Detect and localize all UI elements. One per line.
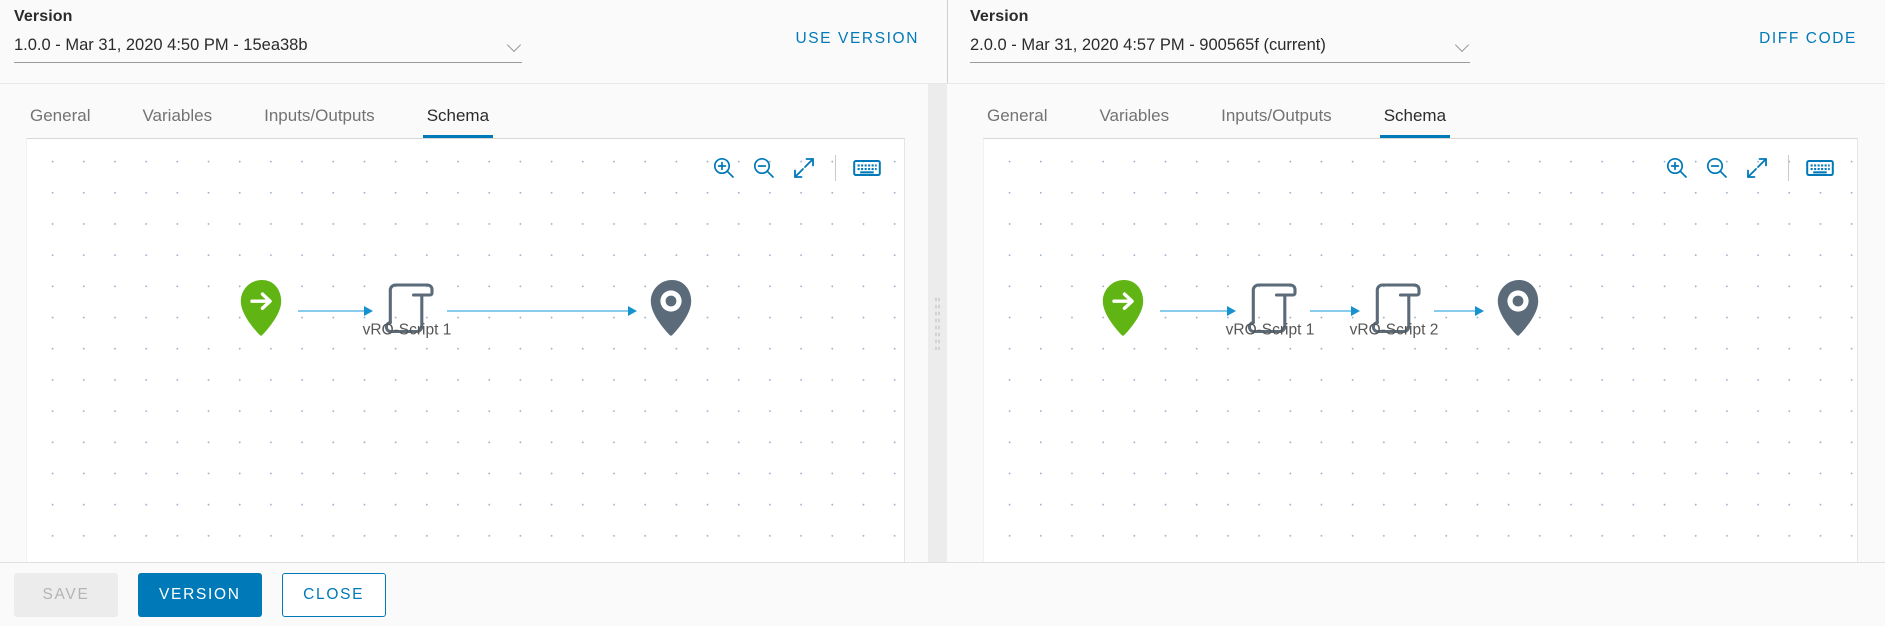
edge-arrowhead bbox=[1227, 306, 1236, 316]
right-version-header: Version 2.0.0 - Mar 31, 2020 4:57 PM - 9… bbox=[947, 0, 1885, 83]
node-label: vRO-Script 1 bbox=[1225, 321, 1315, 339]
start-pin-icon bbox=[1100, 279, 1148, 344]
node-label: vRO-Script 2 bbox=[1349, 321, 1439, 339]
workflow-script-node[interactable]: vRO-Script 2 bbox=[1350, 278, 1438, 345]
end-pin-icon bbox=[648, 279, 696, 344]
right-canvas-toolbar bbox=[1662, 153, 1835, 183]
left-version-label: Version bbox=[14, 8, 73, 25]
right-version-label: Version bbox=[970, 8, 1029, 25]
zoom-out-icon[interactable] bbox=[1702, 153, 1732, 183]
workflow-edge[interactable] bbox=[447, 305, 637, 317]
left-version-select[interactable]: 1.0.0 - Mar 31, 2020 4:50 PM - 15ea38b bbox=[14, 35, 522, 63]
chevron-down-icon bbox=[508, 38, 522, 52]
keyboard-icon[interactable] bbox=[852, 153, 882, 183]
tab-variables[interactable]: Variables bbox=[1095, 106, 1173, 138]
version-compare-dialog: Version 1.0.0 - Mar 31, 2020 4:50 PM - 1… bbox=[0, 0, 1885, 626]
left-canvas-toolbar bbox=[709, 153, 882, 183]
tab-schema[interactable]: Schema bbox=[422, 106, 494, 138]
version-compare-header: Version 1.0.0 - Mar 31, 2020 4:50 PM - 1… bbox=[0, 0, 1885, 84]
save-button[interactable]: SAVE bbox=[14, 572, 118, 617]
workflow-end-node[interactable] bbox=[648, 279, 696, 344]
edge-arrowhead bbox=[1351, 306, 1360, 316]
workflow-script-node[interactable]: vRO-Script 1 bbox=[1226, 278, 1314, 345]
right-version-select[interactable]: 2.0.0 - Mar 31, 2020 4:57 PM - 900565f (… bbox=[970, 35, 1470, 63]
workflow-end-node[interactable] bbox=[1495, 279, 1543, 344]
edge-line bbox=[447, 310, 628, 312]
left-version-pane: General Variables Inputs/Outputs Schema bbox=[0, 84, 928, 562]
workflow-edge[interactable] bbox=[1160, 305, 1236, 317]
fit-to-screen-icon[interactable] bbox=[789, 153, 819, 183]
edge-line bbox=[298, 310, 364, 312]
edge-arrowhead bbox=[628, 306, 637, 316]
keyboard-icon[interactable] bbox=[1805, 153, 1835, 183]
compare-body: General Variables Inputs/Outputs Schema bbox=[0, 84, 1885, 562]
left-schema-canvas[interactable]: vRO-Script 1 bbox=[26, 138, 905, 562]
left-tab-bar: General Variables Inputs/Outputs Schema bbox=[26, 84, 928, 138]
zoom-in-icon[interactable] bbox=[709, 153, 739, 183]
right-version-select-value: 2.0.0 - Mar 31, 2020 4:57 PM - 900565f (… bbox=[970, 36, 1326, 54]
zoom-in-icon[interactable] bbox=[1662, 153, 1692, 183]
toolbar-divider bbox=[835, 155, 836, 181]
edge-line bbox=[1434, 310, 1475, 312]
left-workflow-diagram: vRO-Script 1 bbox=[27, 139, 904, 562]
version-button[interactable]: VERSION bbox=[138, 572, 262, 617]
left-version-header: Version 1.0.0 - Mar 31, 2020 4:50 PM - 1… bbox=[0, 0, 947, 83]
tab-general[interactable]: General bbox=[26, 106, 94, 138]
toolbar-divider bbox=[1788, 155, 1789, 181]
left-version-block: Version 1.0.0 - Mar 31, 2020 4:50 PM - 1… bbox=[14, 8, 522, 63]
right-canvas-wrap: vRO-Script 1 vRO-Script 2 bbox=[983, 138, 1885, 562]
right-schema-canvas[interactable]: vRO-Script 1 vRO-Script 2 bbox=[983, 138, 1858, 562]
tab-inputs-outputs[interactable]: Inputs/Outputs bbox=[1217, 106, 1336, 138]
dialog-footer: SAVE VERSION CLOSE bbox=[0, 562, 1885, 626]
left-version-select-value: 1.0.0 - Mar 31, 2020 4:50 PM - 15ea38b bbox=[14, 36, 308, 54]
node-label: vRO-Script 1 bbox=[362, 321, 452, 339]
edge-line bbox=[1160, 310, 1227, 312]
tab-general[interactable]: General bbox=[983, 106, 1051, 138]
use-version-button[interactable]: USE VERSION bbox=[795, 8, 927, 48]
right-tab-bar: General Variables Inputs/Outputs Schema bbox=[983, 84, 1885, 138]
pane-splitter[interactable] bbox=[928, 84, 947, 562]
diff-code-button[interactable]: DIFF CODE bbox=[1759, 8, 1861, 48]
right-version-pane: General Variables Inputs/Outputs Schema bbox=[947, 84, 1885, 562]
workflow-start-node[interactable] bbox=[238, 279, 286, 344]
tab-variables[interactable]: Variables bbox=[138, 106, 216, 138]
workflow-edge[interactable] bbox=[298, 305, 373, 317]
workflow-start-node[interactable] bbox=[1100, 279, 1148, 344]
right-workflow-diagram: vRO-Script 1 vRO-Script 2 bbox=[984, 139, 1857, 562]
start-pin-icon bbox=[238, 279, 286, 344]
chevron-down-icon bbox=[1456, 38, 1470, 52]
edge-arrowhead bbox=[1475, 306, 1484, 316]
zoom-out-icon[interactable] bbox=[749, 153, 779, 183]
tab-inputs-outputs[interactable]: Inputs/Outputs bbox=[260, 106, 379, 138]
tab-schema[interactable]: Schema bbox=[1379, 106, 1451, 138]
splitter-grip-icon bbox=[934, 296, 941, 350]
close-button[interactable]: CLOSE bbox=[281, 572, 386, 617]
workflow-edge[interactable] bbox=[1434, 305, 1484, 317]
fit-to-screen-icon[interactable] bbox=[1742, 153, 1772, 183]
workflow-script-node[interactable]: vRO-Script 1 bbox=[363, 278, 451, 345]
workflow-edge[interactable] bbox=[1310, 305, 1360, 317]
left-canvas-wrap: vRO-Script 1 bbox=[26, 138, 928, 562]
edge-line bbox=[1310, 310, 1351, 312]
end-pin-icon bbox=[1495, 279, 1543, 344]
edge-arrowhead bbox=[364, 306, 373, 316]
right-version-block: Version 2.0.0 - Mar 31, 2020 4:57 PM - 9… bbox=[970, 8, 1470, 63]
